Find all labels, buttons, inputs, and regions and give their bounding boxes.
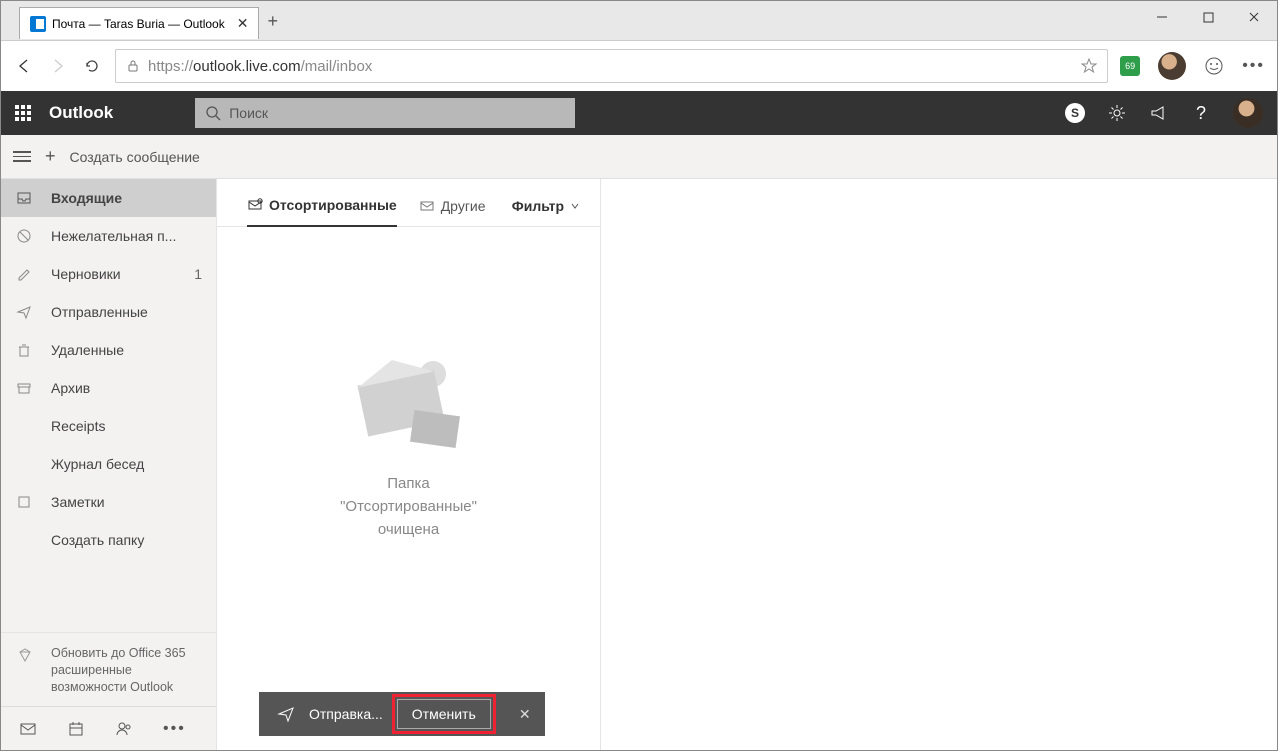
- browser-tab[interactable]: Почта — Taras Buria — Outlook ✕: [19, 7, 259, 39]
- empty-state: Папка "Отсортированные" очищена: [217, 227, 600, 750]
- folder-create[interactable]: Создать папку: [1, 521, 216, 559]
- undo-send-button[interactable]: Отменить: [397, 699, 491, 729]
- feedback-icon[interactable]: [1204, 56, 1224, 76]
- send-icon: [277, 705, 295, 723]
- sending-toast: Отправка... Отменить ✕: [259, 692, 545, 736]
- upgrade-banner[interactable]: Обновить до Office 365 расширенные возмо…: [1, 632, 216, 706]
- folder-conversation-history[interactable]: Журнал бесед: [1, 445, 216, 483]
- folder-deleted[interactable]: Удаленные: [1, 331, 216, 369]
- new-message-button[interactable]: Создать сообщение: [70, 149, 200, 165]
- diamond-icon: [17, 647, 33, 663]
- tab-title: Почта — Taras Buria — Outlook: [52, 17, 225, 31]
- new-tab-button[interactable]: +: [267, 11, 278, 32]
- sidebar-bottom-switcher: •••: [1, 706, 216, 750]
- settings-icon[interactable]: [1107, 103, 1127, 123]
- folder-notes[interactable]: Заметки: [1, 483, 216, 521]
- folder-sidebar: Входящие Нежелательная п... Черновики 1 …: [1, 179, 217, 750]
- upgrade-text: Обновить до Office 365 расширенные возмо…: [51, 646, 186, 694]
- command-bar: + Создать сообщение: [1, 135, 1277, 179]
- folder-receipts[interactable]: Receipts: [1, 407, 216, 445]
- extension-badge[interactable]: 69: [1120, 56, 1140, 76]
- folder-drafts[interactable]: Черновики 1: [1, 255, 216, 293]
- plus-icon: +: [45, 146, 56, 167]
- more-apps-icon[interactable]: •••: [163, 720, 186, 738]
- browser-titlebar: Почта — Taras Buria — Outlook ✕ +: [1, 1, 1277, 41]
- empty-line2: "Отсортированные": [340, 498, 477, 515]
- archive-icon: [15, 380, 33, 396]
- forward-button: [47, 57, 69, 75]
- sent-icon: [15, 304, 33, 320]
- user-avatar[interactable]: [1233, 98, 1263, 128]
- other-icon: [419, 198, 435, 214]
- folder-inbox[interactable]: Входящие: [1, 179, 216, 217]
- toast-close-icon[interactable]: ✕: [505, 692, 545, 736]
- browser-address-bar: https://outlook.live.com/mail/inbox 69 •…: [1, 41, 1277, 91]
- message-list-pane: Отсортированные Другие Фильтр Папка "Отс…: [217, 179, 601, 750]
- window-minimize-button[interactable]: [1139, 1, 1185, 33]
- junk-icon: [15, 228, 33, 244]
- focused-icon: [247, 197, 263, 213]
- reading-pane: [601, 179, 1277, 750]
- app-launcher-icon[interactable]: [15, 105, 31, 121]
- outlook-favicon: [30, 16, 46, 32]
- chevron-down-icon: [570, 201, 580, 211]
- window-maximize-button[interactable]: [1185, 1, 1231, 33]
- tab-focused[interactable]: Отсортированные: [247, 197, 397, 227]
- hamburger-icon[interactable]: [13, 151, 31, 162]
- refresh-button[interactable]: [81, 57, 103, 75]
- search-placeholder: Поиск: [229, 105, 268, 121]
- megaphone-icon[interactable]: [1149, 103, 1169, 123]
- empty-envelope-art: [354, 359, 464, 459]
- brand-label: Outlook: [49, 103, 113, 123]
- search-box[interactable]: Поиск: [195, 98, 575, 128]
- people-icon[interactable]: [115, 720, 133, 738]
- favorite-icon[interactable]: [1081, 58, 1097, 74]
- inbox-icon: [15, 190, 33, 206]
- search-icon: [205, 105, 221, 121]
- notes-icon: [15, 494, 33, 510]
- filter-dropdown[interactable]: Фильтр: [512, 198, 580, 226]
- lock-icon: [126, 59, 140, 73]
- tab-other[interactable]: Другие: [419, 198, 486, 226]
- toast-text: Отправка...: [309, 706, 383, 722]
- back-button[interactable]: [13, 57, 35, 75]
- trash-icon: [15, 342, 33, 358]
- empty-line3: очищена: [378, 521, 439, 538]
- folder-sent[interactable]: Отправленные: [1, 293, 216, 331]
- help-icon[interactable]: ?: [1191, 103, 1211, 123]
- calendar-icon[interactable]: [67, 720, 85, 738]
- drafts-icon: [15, 266, 33, 282]
- mail-icon[interactable]: [19, 720, 37, 738]
- more-icon[interactable]: •••: [1242, 57, 1265, 75]
- window-close-button[interactable]: [1231, 1, 1277, 33]
- url-text: https://outlook.live.com/mail/inbox: [148, 58, 372, 75]
- outlook-header: Outlook Поиск ?: [1, 91, 1277, 135]
- inbox-pivot: Отсортированные Другие Фильтр: [217, 179, 600, 227]
- browser-avatar[interactable]: [1158, 52, 1186, 80]
- folder-junk[interactable]: Нежелательная п...: [1, 217, 216, 255]
- folder-archive[interactable]: Архив: [1, 369, 216, 407]
- url-field[interactable]: https://outlook.live.com/mail/inbox: [115, 49, 1108, 83]
- close-tab-icon[interactable]: ✕: [237, 15, 249, 32]
- skype-icon[interactable]: [1065, 103, 1085, 123]
- empty-line1: Папка: [387, 475, 429, 492]
